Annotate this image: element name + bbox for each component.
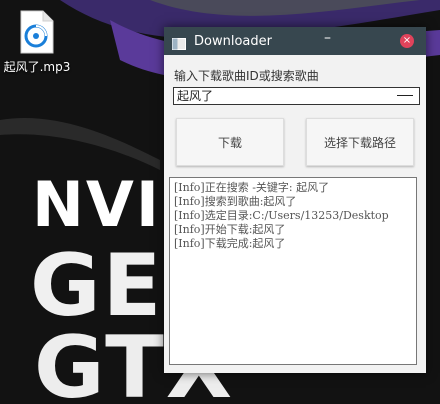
- audio-file-icon: [19, 10, 55, 54]
- downloader-window: Downloader – × 输入下载歌曲ID或搜索歌曲 起风了 下载 选择下载…: [164, 27, 426, 373]
- window-titlebar[interactable]: Downloader – ×: [164, 27, 426, 55]
- log-line: [Info]搜索到歌曲:起风了: [174, 195, 297, 208]
- log-line: [Info]开始下载:起风了: [174, 223, 286, 236]
- search-input-value: 起风了: [177, 89, 214, 103]
- search-prompt-label: 输入下载歌曲ID或搜索歌曲: [174, 69, 319, 83]
- log-line: [Info]选定目录:C:/Users/13253/Desktop: [174, 209, 389, 222]
- desktop-file-mp3[interactable]: 起风了.mp3: [2, 10, 72, 75]
- close-button[interactable]: ×: [400, 34, 414, 48]
- log-line: [Info]下载完成:起风了: [174, 237, 286, 250]
- download-button[interactable]: 下载: [176, 118, 284, 166]
- input-cursor: [397, 95, 413, 96]
- window-title: Downloader: [194, 33, 272, 49]
- app-window-icon: [172, 35, 186, 50]
- choose-path-button[interactable]: 选择下载路径: [306, 118, 414, 166]
- minimize-button[interactable]: –: [324, 30, 331, 46]
- desktop-file-label: 起风了.mp3: [3, 60, 71, 74]
- log-line: [Info]正在搜索 -关键字: 起风了: [174, 181, 330, 194]
- search-input[interactable]: 起风了: [173, 87, 420, 105]
- log-output[interactable]: [Info]正在搜索 -关键字: 起风了 [Info]搜索到歌曲:起风了 [In…: [169, 177, 417, 365]
